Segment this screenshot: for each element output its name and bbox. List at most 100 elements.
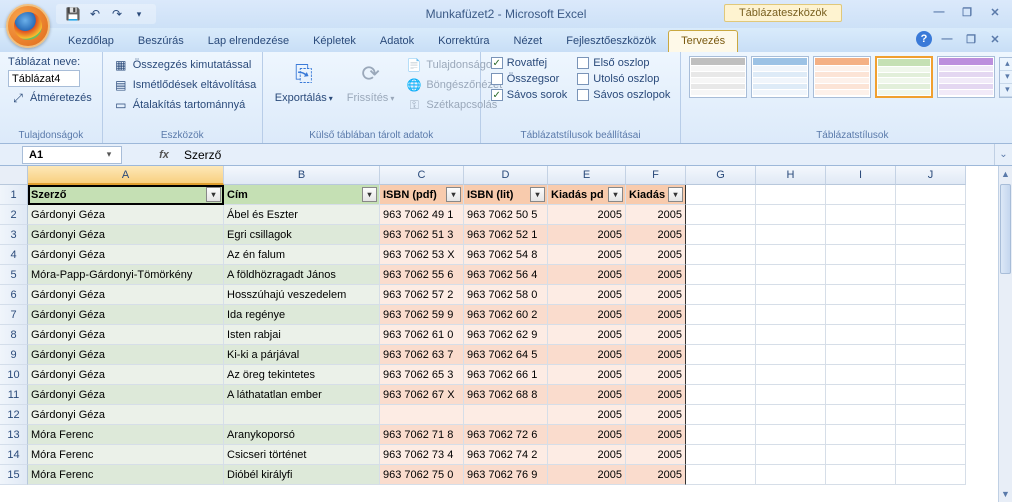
table-cell[interactable]: 2005	[548, 205, 626, 225]
cell[interactable]	[686, 185, 756, 205]
filter-dropdown-icon[interactable]: ▾	[362, 187, 377, 202]
tab-developer[interactable]: Fejlesztőeszközök	[554, 31, 668, 52]
table-cell[interactable]: 2005	[626, 225, 686, 245]
table-cell[interactable]: 2005	[626, 465, 686, 485]
resize-table-button[interactable]: ⤢Átméretezés	[8, 89, 94, 107]
cell[interactable]	[686, 325, 756, 345]
table-cell[interactable]: 2005	[626, 445, 686, 465]
table-cell[interactable]: Móra Ferenc	[28, 465, 224, 485]
cell[interactable]	[896, 445, 966, 465]
table-header-cell[interactable]: ISBN (lit)▾	[464, 185, 548, 205]
tab-insert[interactable]: Beszúrás	[126, 31, 196, 52]
table-cell[interactable]: 2005	[548, 265, 626, 285]
table-cell[interactable]: 963 7062 54 8	[464, 245, 548, 265]
column-header[interactable]: B	[224, 166, 380, 185]
column-header[interactable]: J	[896, 166, 966, 185]
table-cell[interactable]: Csicseri történet	[224, 445, 380, 465]
table-cell[interactable]: 2005	[548, 465, 626, 485]
scroll-down-icon[interactable]: ▼	[999, 486, 1012, 502]
name-box[interactable]: ▾	[22, 146, 122, 164]
table-cell[interactable]: 2005	[548, 225, 626, 245]
table-cell[interactable]	[464, 405, 548, 425]
table-cell[interactable]: 2005	[548, 325, 626, 345]
cell[interactable]	[826, 225, 896, 245]
table-header-cell[interactable]: Szerző▾	[28, 185, 224, 205]
table-cell[interactable]: 963 7062 66 1	[464, 365, 548, 385]
table-style-thumb[interactable]	[937, 56, 995, 98]
close-button[interactable]: ✕	[984, 4, 1006, 20]
table-cell[interactable]: 963 7062 55 6	[380, 265, 464, 285]
cell[interactable]	[896, 465, 966, 485]
table-cell[interactable]: Gárdonyi Géza	[28, 365, 224, 385]
cell[interactable]	[826, 405, 896, 425]
table-cell[interactable]: Aranykoporsó	[224, 425, 380, 445]
cell[interactable]	[896, 425, 966, 445]
restore-button[interactable]: ❐	[956, 4, 978, 20]
cell[interactable]	[826, 365, 896, 385]
table-cell[interactable]: A láthatatlan ember	[224, 385, 380, 405]
tab-review[interactable]: Korrektúra	[426, 31, 501, 52]
row-header[interactable]: 15	[0, 465, 28, 485]
tab-data[interactable]: Adatok	[368, 31, 426, 52]
cell[interactable]	[756, 265, 826, 285]
fx-icon[interactable]: fx	[154, 146, 174, 164]
table-cell[interactable]: Az én falum	[224, 245, 380, 265]
cell[interactable]	[686, 385, 756, 405]
table-header-cell[interactable]: Kiadás pd▾	[548, 185, 626, 205]
table-cell[interactable]: 2005	[626, 205, 686, 225]
row-header[interactable]: 14	[0, 445, 28, 465]
cell[interactable]	[756, 365, 826, 385]
table-cell[interactable]: Ki-ki a párjával	[224, 345, 380, 365]
table-cell[interactable]: 963 7062 75 0	[380, 465, 464, 485]
tab-design[interactable]: Tervezés	[668, 30, 738, 52]
tab-view[interactable]: Nézet	[502, 31, 555, 52]
table-cell[interactable]: 963 7062 60 2	[464, 305, 548, 325]
table-cell[interactable]: 963 7062 72 6	[464, 425, 548, 445]
table-cell[interactable]: Gárdonyi Géza	[28, 225, 224, 245]
table-cell[interactable]: 2005	[626, 325, 686, 345]
table-cell[interactable]: Gárdonyi Géza	[28, 245, 224, 265]
cell[interactable]	[896, 245, 966, 265]
cell[interactable]	[756, 465, 826, 485]
table-cell[interactable]: 2005	[626, 245, 686, 265]
table-header-cell[interactable]: Cím▾	[224, 185, 380, 205]
formula-bar-expand-icon[interactable]: ⌄	[994, 144, 1012, 165]
cell[interactable]	[826, 325, 896, 345]
table-cell[interactable]: Hosszúhajú veszedelem	[224, 285, 380, 305]
cell[interactable]	[756, 405, 826, 425]
table-cell[interactable]: 2005	[626, 385, 686, 405]
office-button[interactable]	[6, 4, 50, 48]
cell[interactable]	[896, 205, 966, 225]
tab-home[interactable]: Kezdőlap	[56, 31, 126, 52]
scroll-thumb[interactable]	[1000, 184, 1011, 274]
table-cell[interactable]: 963 7062 56 4	[464, 265, 548, 285]
cell[interactable]	[826, 305, 896, 325]
cell[interactable]	[756, 245, 826, 265]
table-cell[interactable]: 963 7062 49 1	[380, 205, 464, 225]
banded-rows-checkbox[interactable]: ✓Sávos sorok	[489, 88, 570, 102]
cell[interactable]	[686, 425, 756, 445]
table-style-thumb[interactable]	[751, 56, 809, 98]
table-cell[interactable]: 963 7062 50 5	[464, 205, 548, 225]
doc-close-button[interactable]: ✕	[986, 31, 1004, 47]
cell[interactable]	[826, 465, 896, 485]
table-cell[interactable]: 2005	[626, 425, 686, 445]
doc-minimize-button[interactable]: —	[938, 31, 956, 47]
table-cell[interactable]: Gárdonyi Géza	[28, 305, 224, 325]
table-cell[interactable]	[380, 405, 464, 425]
table-cell[interactable]: 963 7062 65 3	[380, 365, 464, 385]
column-header[interactable]: F	[626, 166, 686, 185]
cell[interactable]	[826, 205, 896, 225]
cell[interactable]	[896, 385, 966, 405]
cell[interactable]	[756, 385, 826, 405]
cell[interactable]	[896, 325, 966, 345]
save-icon[interactable]: 💾	[64, 5, 82, 23]
row-header[interactable]: 9	[0, 345, 28, 365]
table-cell[interactable]: 963 7062 68 8	[464, 385, 548, 405]
table-cell[interactable]: 963 7062 76 9	[464, 465, 548, 485]
table-cell[interactable]: Az öreg tekintetes	[224, 365, 380, 385]
cell[interactable]	[756, 225, 826, 245]
table-cell[interactable]: Móra-Papp-Gárdonyi-Tömörkény	[28, 265, 224, 285]
convert-range-button[interactable]: ▭Átalakítás tartománnyá	[111, 96, 259, 114]
table-cell[interactable]: Móra Ferenc	[28, 445, 224, 465]
